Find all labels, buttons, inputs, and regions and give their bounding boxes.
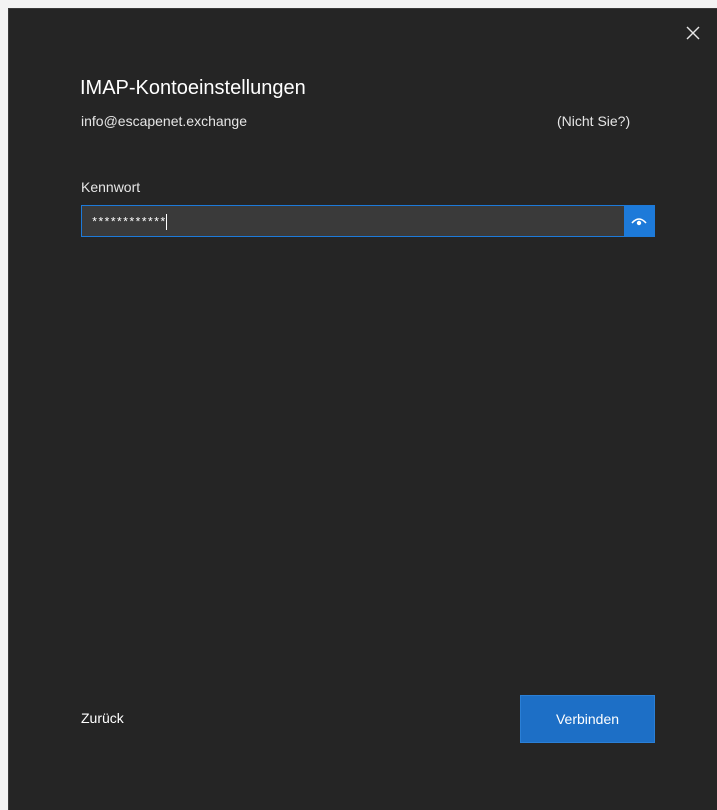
close-icon bbox=[686, 26, 700, 40]
account-email: info@escapenet.exchange bbox=[81, 113, 247, 129]
not-you-link[interactable]: (Nicht Sie?) bbox=[557, 113, 630, 129]
password-value: ************ bbox=[91, 214, 168, 230]
close-button[interactable] bbox=[683, 23, 703, 43]
password-field[interactable]: ************ bbox=[81, 205, 655, 237]
dialog-title: IMAP-Kontoeinstellungen bbox=[80, 77, 306, 99]
reveal-password-button[interactable] bbox=[624, 206, 654, 236]
eye-icon bbox=[631, 218, 647, 226]
connect-button[interactable]: Verbinden bbox=[520, 695, 655, 743]
imap-settings-dialog: IMAP-Kontoeinstellungen info@escapenet.e… bbox=[8, 8, 717, 810]
text-caret bbox=[166, 214, 168, 230]
back-button[interactable]: Zurück bbox=[81, 710, 124, 726]
password-label: Kennwort bbox=[81, 179, 141, 195]
